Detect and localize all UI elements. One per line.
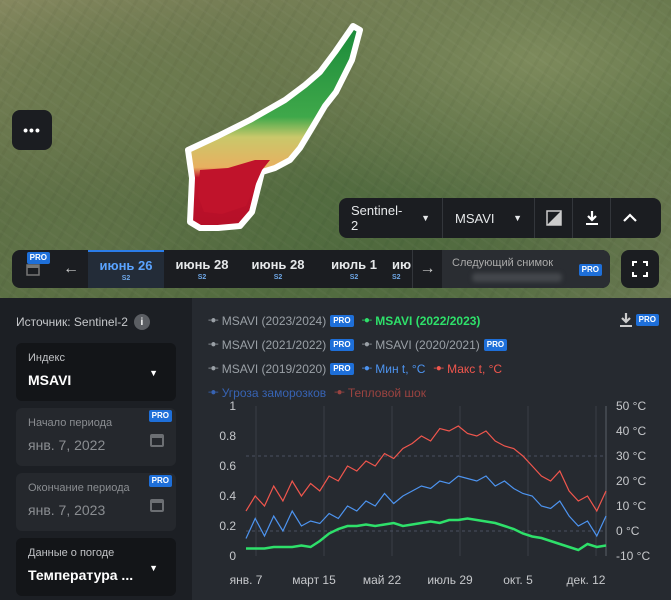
analytics-panel: Источник: Sentinel-2 i Индекс MSAVI ▼ PR…	[0, 298, 671, 600]
y-left-tick-label: 0	[229, 549, 236, 563]
legend-label: MSAVI (2021/2022)	[221, 337, 327, 352]
x-tick-label: май 22	[363, 573, 402, 587]
chevron-down-icon: ▼	[149, 563, 158, 573]
fullscreen-button[interactable]	[621, 250, 659, 288]
legend-label: MSAVI (2020/2021)	[375, 337, 480, 352]
next-snapshot-button[interactable]: Следующий снимок PRO	[442, 250, 610, 288]
legend-item[interactable]: -●- MSAVI (2021/2022) PRO	[208, 337, 354, 352]
more-menu-button[interactable]: •••	[12, 110, 52, 150]
date-item[interactable]: июнь 28 S2	[240, 250, 316, 288]
legend-marker-icon: -●-	[208, 387, 219, 398]
y-left-tick-label: 0.6	[219, 459, 236, 473]
arrow-right-icon[interactable]: →	[412, 250, 442, 288]
map-toolbar: Sentinel-2 ▼ MSAVI ▼	[339, 198, 661, 238]
legend-marker-icon: -●-	[208, 315, 219, 326]
arrow-left-icon[interactable]: ←	[54, 260, 88, 278]
chevron-down-icon: ▼	[421, 213, 430, 223]
y-right-tick-label: 40 °C	[616, 424, 646, 438]
info-icon[interactable]: i	[133, 314, 150, 330]
fullscreen-icon	[632, 261, 648, 277]
compare-layer-button[interactable]	[535, 198, 573, 238]
legend-marker-icon: -●-	[208, 363, 219, 374]
pro-badge: PRO	[635, 314, 659, 326]
date-item[interactable]: июль 1 S2	[316, 250, 392, 288]
pro-badge: PRO	[578, 264, 602, 276]
download-icon	[585, 211, 598, 225]
satellite-select[interactable]: Sentinel-2 ▼	[339, 198, 443, 238]
y-right-tick-label: 30 °C	[616, 449, 646, 463]
legend-label: Мин t, °C	[375, 361, 426, 376]
calendar-icon	[150, 434, 164, 447]
y-left-tick-label: 0.8	[219, 429, 236, 443]
legend-label: MSAVI (2019/2020)	[221, 361, 327, 376]
legend-item[interactable]: -●- MSAVI (2020/2021) PRO	[362, 337, 508, 352]
chart-legend: -●- MSAVI (2023/2024) PRO -●- MSAVI (2022/20…	[208, 312, 638, 408]
legend-label: MSAVI (2023/2024)	[221, 313, 327, 328]
download-button[interactable]	[573, 198, 611, 238]
y-right-tick-label: 0 °C	[616, 524, 640, 538]
msavi-temperature-chart[interactable]: янв. 7 март 15 май 22 июль 29 окт. 5 дек. 12 0…	[192, 398, 671, 598]
date-item[interactable]: июнь 28 S2	[164, 250, 240, 288]
date-item[interactable]: ию S2	[392, 250, 412, 288]
x-tick-label: март 15	[292, 573, 336, 587]
chevron-down-icon: ▼	[149, 368, 158, 378]
pro-badge: PRO	[148, 410, 172, 422]
pro-badge: PRO	[148, 475, 172, 487]
legend-marker-icon: -●-	[334, 387, 345, 398]
legend-marker-icon: -●-	[208, 339, 219, 350]
pro-badge: PRO	[483, 338, 508, 351]
y-left-tick-label: 0.2	[219, 519, 236, 533]
y-right-tick-label: 20 °C	[616, 474, 646, 488]
source-label: Источник: Sentinel-2 i	[16, 314, 150, 330]
date-selector-bar: PRO ← июнь 26 S2 июнь 28 S2 июнь 28 S2 июль…	[12, 250, 610, 288]
satellite-map[interactable]: ••• Sentinel-2 ▼ MSAVI ▼ PRO ← июнь 26 S2 и…	[0, 0, 671, 298]
chevron-down-icon: ▼	[513, 213, 522, 223]
y-left-tick-label: 0.4	[219, 489, 236, 503]
collapse-button[interactable]	[611, 198, 649, 238]
chart-panel: -●- MSAVI (2023/2024) PRO -●- MSAVI (2022/20…	[192, 298, 671, 600]
end-date-field[interactable]: PRO Окончание периода янв. 7, 2023	[16, 473, 176, 531]
pro-badge: PRO	[330, 362, 354, 375]
index-dropdown[interactable]: Индекс MSAVI ▼	[16, 343, 176, 401]
date-item[interactable]: июнь 26 S2	[88, 250, 164, 288]
y-right-tick-label: -10 °C	[616, 549, 650, 563]
weather-dropdown[interactable]: Данные о погоде Температура ... ▼	[16, 538, 176, 596]
legend-item[interactable]: -●- MSAVI (2023/2024) PRO	[208, 313, 354, 328]
y-right-tick-label: 10 °C	[616, 499, 646, 513]
legend-marker-icon: -●-	[433, 363, 444, 374]
series-line	[245, 475, 607, 539]
pro-badge: PRO	[330, 314, 354, 327]
y-right-tick-label: 50 °C	[616, 399, 646, 413]
calendar-pro-button[interactable]: PRO	[12, 250, 54, 288]
next-snapshot-label: Следующий снимок	[452, 257, 554, 269]
x-tick-label: янв. 7	[230, 573, 263, 587]
y-left-tick-label: 1	[229, 399, 236, 413]
image-compare-icon	[545, 210, 562, 226]
chevron-up-icon	[623, 213, 637, 222]
legend-item[interactable]: -●- MSAVI (2022/2023)	[362, 313, 481, 328]
legend-label: MSAVI (2022/2023)	[375, 313, 481, 328]
x-tick-label: дек. 12	[567, 573, 606, 587]
legend-marker-icon: -●-	[361, 363, 373, 374]
x-tick-label: июль 29	[427, 573, 473, 587]
series-line	[245, 425, 607, 513]
settings-sidebar: Источник: Sentinel-2 i Индекс MSAVI ▼ PR…	[0, 298, 192, 600]
legend-item[interactable]: -●- MSAVI (2019/2020) PRO	[208, 361, 354, 376]
legend-item[interactable]: -●- Мин t, °C	[362, 361, 426, 376]
start-date-field[interactable]: PRO Начало периода янв. 7, 2022	[16, 408, 176, 466]
download-chart-button[interactable]: PRO	[618, 312, 659, 328]
legend-marker-icon: -●-	[361, 339, 373, 350]
download-icon	[619, 313, 632, 327]
index-select[interactable]: MSAVI ▼	[443, 198, 535, 238]
x-tick-label: окт. 5	[503, 573, 533, 587]
pro-badge: PRO	[26, 252, 50, 264]
legend-item[interactable]: -●- Макс t, °C	[433, 361, 502, 376]
calendar-icon	[150, 499, 164, 512]
legend-marker-icon: -●-	[361, 315, 373, 326]
legend-label: Макс t, °C	[447, 361, 503, 376]
calendar-icon	[26, 263, 40, 276]
pro-badge: PRO	[330, 338, 354, 351]
